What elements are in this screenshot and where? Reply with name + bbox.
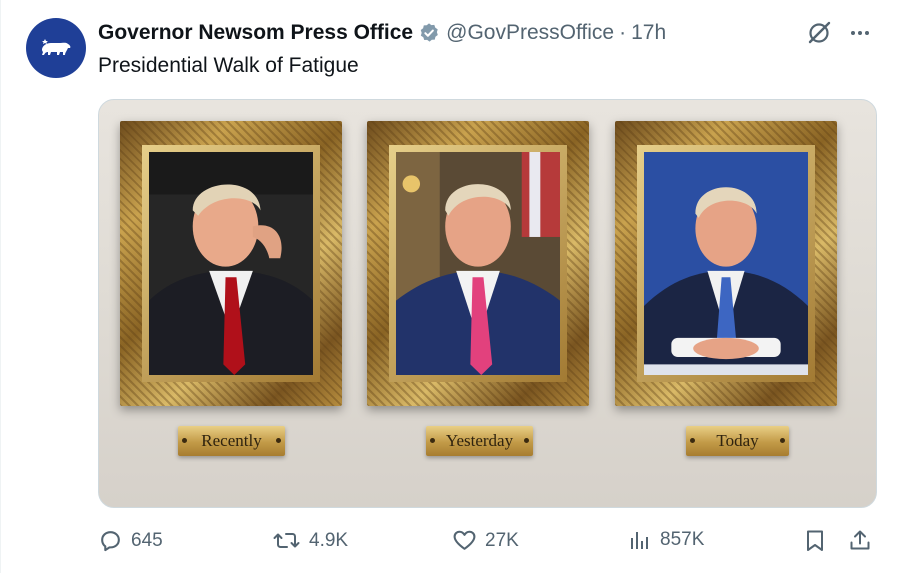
tweet-header: Governor Newsom Press Office @GovPressOf… [98, 20, 666, 46]
like-button[interactable]: 27K [452, 528, 519, 553]
plaque-label: Today [716, 431, 759, 450]
repost-button[interactable]: 4.9K [273, 528, 348, 553]
portrait-frame [615, 121, 837, 406]
portrait-image [149, 152, 313, 375]
portrait-frame [367, 121, 589, 406]
view-count: 857K [660, 529, 705, 550]
plaque-yesterday: Yesterday [426, 426, 533, 456]
bookmark-icon [807, 530, 823, 551]
repost-count: 4.9K [309, 529, 349, 551]
plaque-today: Today [686, 426, 789, 456]
reply-count: 645 [131, 529, 163, 551]
tweet[interactable]: Governor Newsom Press Office @GovPressOf… [0, 0, 898, 573]
avatar[interactable] [26, 18, 86, 78]
separator-dot: · [619, 21, 627, 44]
portrait-frame [120, 121, 342, 406]
verified-badge-icon[interactable] [418, 22, 440, 44]
tweet-text: Presidential Walk of Fatigue [98, 54, 359, 77]
california-bear-icon [42, 39, 71, 55]
like-count: 27K [485, 529, 519, 551]
more-icon[interactable] [848, 21, 872, 45]
bookmark-button[interactable] [804, 528, 826, 553]
views-icon [631, 532, 648, 549]
portrait-image [644, 152, 808, 375]
grok-icon[interactable] [806, 20, 832, 46]
heart-icon [453, 530, 476, 550]
tweet-media-image[interactable]: Recently Yesterday Today [98, 99, 877, 508]
display-name[interactable]: Governor Newsom Press Office [98, 20, 413, 46]
timestamp[interactable]: 17h [631, 20, 666, 46]
share-button[interactable] [848, 528, 872, 553]
user-handle[interactable]: @GovPressOffice [446, 20, 614, 46]
tweet-action-bar: 645 4.9K 27K 857K [98, 528, 875, 556]
top-actions [806, 20, 872, 46]
plaque-label: Recently [201, 431, 262, 450]
reply-icon [101, 531, 120, 552]
repost-icon [273, 533, 300, 548]
reply-button[interactable]: 645 [98, 528, 163, 553]
share-icon [850, 530, 870, 550]
portrait-image [396, 152, 560, 375]
views-button[interactable]: 857K [628, 528, 704, 552]
plaque-recently: Recently [178, 426, 285, 456]
plaque-label: Yesterday [445, 431, 514, 450]
